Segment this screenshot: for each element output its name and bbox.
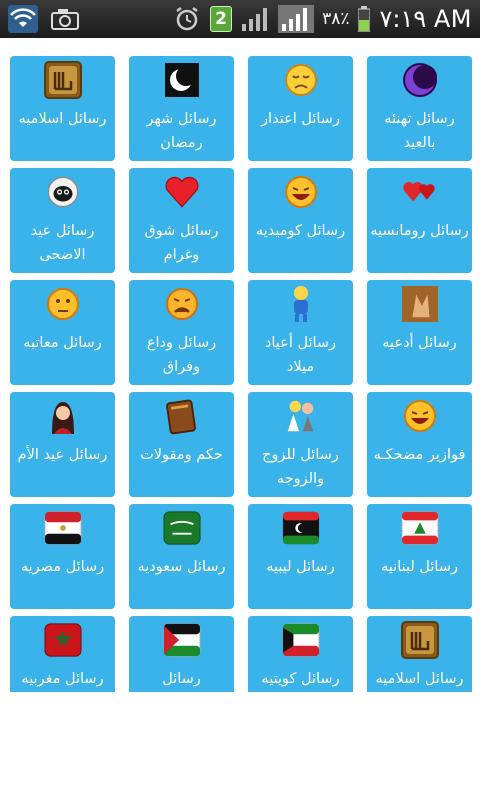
category-tile[interactable]: رسائل معاتبه <box>10 280 115 385</box>
notification-badge: 2 <box>210 6 233 32</box>
sad-smiley-icon <box>282 61 320 99</box>
category-tile[interactable]: رسائل تهنئه بالعيد <box>367 56 472 161</box>
category-tile[interactable]: رسائل سعوديه <box>129 504 234 609</box>
empty-area <box>0 692 480 800</box>
category-tile-label: رسائل ليبيه <box>266 559 335 575</box>
signal-icon <box>278 5 315 33</box>
category-tile[interactable]: رسائل كويتيه <box>248 616 353 692</box>
crescent-moon-night-icon <box>163 61 201 99</box>
category-tile-label: رسائل رومانسيه <box>370 223 469 239</box>
camera-icon <box>50 5 80 33</box>
category-tile-label: رسائل مصريه <box>20 559 105 575</box>
category-tile[interactable]: حكم ومقولات <box>129 392 234 497</box>
category-tile-label: رسائل <box>162 671 201 687</box>
category-tile[interactable]: رسائل اسلاميه <box>10 56 115 161</box>
category-tile-label: رسائل كوميديه <box>255 223 346 239</box>
category-tile[interactable]: رسائل لبنانيه <box>367 504 472 609</box>
clock: ٧:١٩ AM <box>379 5 472 33</box>
status-left <box>8 5 80 33</box>
laughing-smiley-icon <box>401 397 439 435</box>
category-tile-label: رسائل شوق وغرام <box>144 223 219 263</box>
category-tile-label: رسائل معاتبه <box>23 335 102 351</box>
category-tile[interactable]: رسائل مغربيه <box>10 616 115 692</box>
category-tile-label: رسائل اعتذار <box>261 111 340 127</box>
morocco-flag-icon <box>43 621 82 659</box>
red-heart-icon <box>163 173 201 211</box>
wifi-icon <box>8 5 38 33</box>
category-tile-label: رسائل تهنئه بالعيد <box>384 111 455 151</box>
category-tile[interactable]: رسائل للزوج والزوجه <box>248 392 353 497</box>
category-tile[interactable]: رسائل كوميديه <box>248 168 353 273</box>
category-tile[interactable]: رسائل أعياد ميلاد <box>248 280 353 385</box>
couple-icon <box>282 397 320 435</box>
category-tile-label: رسائل سعوديه <box>137 559 226 575</box>
category-tile[interactable]: رسائل مصريه <box>10 504 115 609</box>
category-tile-label: رسائل مغربيه <box>21 671 104 687</box>
category-tile[interactable]: رسائل شوق وغرام <box>129 168 234 273</box>
libya-flag-icon <box>282 509 320 547</box>
kuwait-flag-icon <box>281 621 320 659</box>
allah-calligraphy-icon <box>43 61 82 99</box>
category-tile[interactable]: رسائل اعتذار <box>248 56 353 161</box>
laughing-smiley-icon <box>282 173 320 211</box>
category-tile-label: رسائل أدعيه <box>382 335 457 351</box>
allah-calligraphy-icon <box>400 621 439 659</box>
egypt-flag-icon <box>43 509 82 547</box>
category-tile[interactable]: رسائل وداع وفراق <box>129 280 234 385</box>
category-tile[interactable]: رسائل رومانسيه <box>367 168 472 273</box>
category-tile-label: رسائل اسلاميه <box>18 111 107 127</box>
category-tile[interactable]: رسائل اسلاميه <box>367 616 472 692</box>
lebanon-flag-icon <box>400 509 439 547</box>
category-tile-label: رسائل وداع وفراق <box>146 335 217 375</box>
category-tile[interactable]: رسائل <box>129 616 234 692</box>
category-tile-label: رسائل أعياد ميلاد <box>264 335 337 375</box>
sheep-icon <box>44 173 82 211</box>
signal-icon <box>240 5 270 33</box>
category-tile[interactable]: رسائل ليبيه <box>248 504 353 609</box>
status-right: 2 ٣٨٪ ٧:١٩ AM <box>172 4 472 34</box>
book-icon <box>163 397 201 435</box>
alarm-icon <box>172 5 202 33</box>
category-tile[interactable]: رسائل عيد الأم <box>10 392 115 497</box>
category-tile-label: رسائل اسلاميه <box>375 671 464 687</box>
category-tile-label: فوازير مضحكـه <box>373 447 466 463</box>
category-tile-label: رسائل شهر رمضان <box>146 111 217 151</box>
category-tile-label: رسائل عيد الاضحى <box>30 223 95 263</box>
status-bar: 2 ٣٨٪ ٧:١٩ AM <box>0 0 480 38</box>
red-hearts-icon <box>401 173 439 211</box>
pouting-smiley-icon <box>44 285 82 323</box>
crescent-moon-purple-icon <box>401 61 439 99</box>
message-category-grid: رسائل تهنئه بالعيد رسائل اعتذار رسائل شهر … <box>8 56 472 692</box>
category-tile-label: رسائل عيد الأم <box>17 447 108 463</box>
crying-smiley-icon <box>163 285 201 323</box>
battery-icon <box>357 5 371 33</box>
category-tile[interactable]: فوازير مضحكـه <box>367 392 472 497</box>
palestine-flag-icon <box>162 621 201 659</box>
category-tile[interactable]: رسائل شهر رمضان <box>129 56 234 161</box>
category-tile-label: رسائل لبنانيه <box>381 559 458 575</box>
category-tile[interactable]: رسائل أدعيه <box>367 280 472 385</box>
praying-hands-icon <box>401 285 439 323</box>
mother-icon <box>44 397 82 435</box>
saudi-flag-icon <box>162 509 201 547</box>
category-tile-label: حكم ومقولات <box>140 447 223 463</box>
category-tile-label: رسائل كويتيه <box>261 671 340 687</box>
battery-percent: ٣٨٪ <box>322 9 350 29</box>
category-tile[interactable]: رسائل عيد الاضحى <box>10 168 115 273</box>
category-tile-label: رسائل للزوج والزوجه <box>262 447 339 487</box>
cartoon-character-icon <box>282 285 320 323</box>
